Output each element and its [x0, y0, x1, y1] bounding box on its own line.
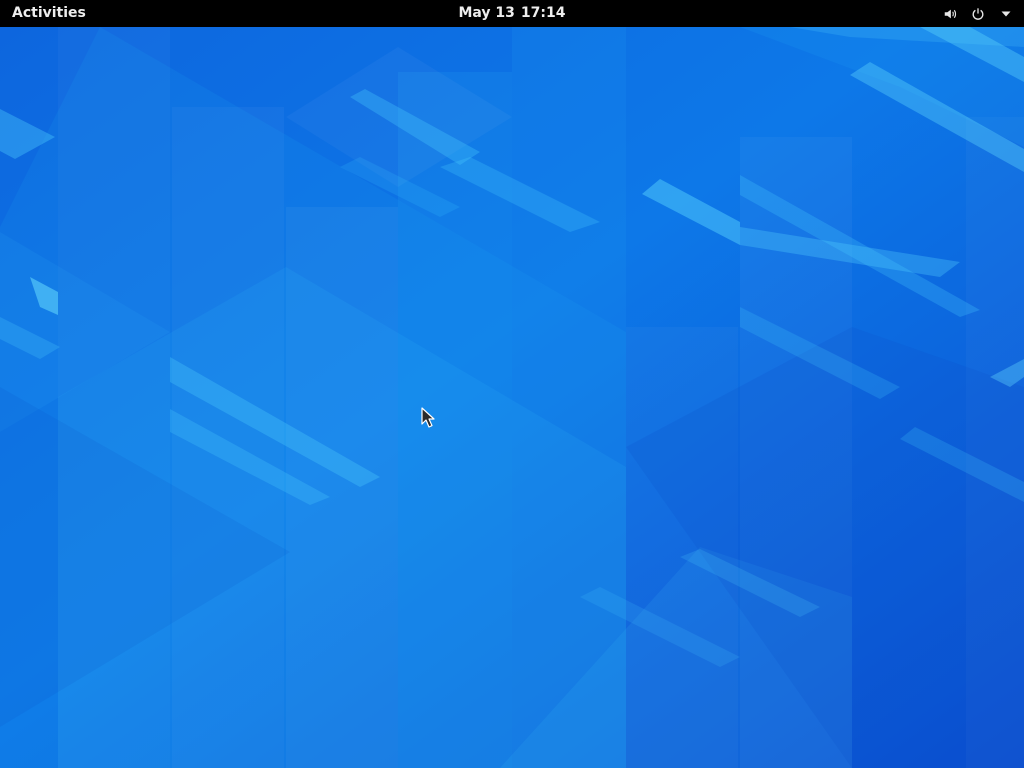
- mouse-pointer-icon: [421, 407, 435, 433]
- desktop-wallpaper[interactable]: [0, 27, 1024, 768]
- clock-menu: May 13 17:14: [0, 0, 1024, 27]
- date-label: May 13: [458, 5, 515, 21]
- desktop-screen: Activities May 13 17:14: [0, 0, 1024, 768]
- clock-button[interactable]: May 13 17:14: [450, 5, 573, 21]
- power-icon: [968, 4, 988, 24]
- wallpaper-art: [0, 27, 1024, 768]
- top-bar: Activities May 13 17:14: [0, 0, 1024, 27]
- time-label: 17:14: [520, 5, 566, 21]
- system-menu-button[interactable]: [940, 0, 1016, 27]
- chevron-down-icon: [996, 4, 1016, 24]
- activities-button[interactable]: Activities: [4, 0, 94, 27]
- volume-icon: [940, 4, 960, 24]
